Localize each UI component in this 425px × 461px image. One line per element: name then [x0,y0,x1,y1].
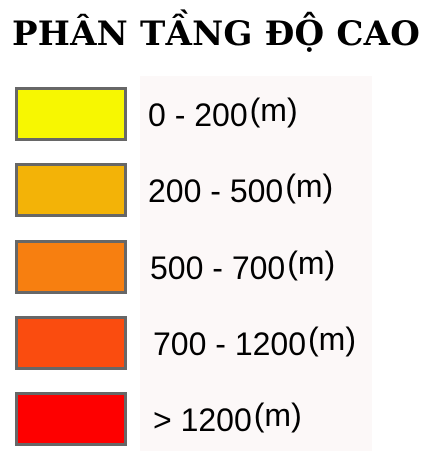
legend-item-500-700: 500 - 700(m) [0,240,425,300]
elevation-legend: PHÂN TẦNG ĐỘ CAO 0 - 200(m) 200 - 500(m)… [0,0,425,461]
color-swatch-over-1200 [15,392,127,446]
color-swatch-500-700 [15,240,127,294]
range-text: 700 - 1200 [153,326,307,362]
unit-text: (m) [249,92,298,128]
legend-item-200-500: 200 - 500(m) [0,163,425,223]
range-text: 200 - 500 [148,173,284,209]
legend-item-over-1200: > 1200(m) [0,392,425,452]
range-text: 0 - 200 [148,97,248,133]
color-swatch-700-1200 [15,316,127,370]
unit-text: (m) [287,245,336,281]
legend-title: PHÂN TẦNG ĐỘ CAO [12,14,421,54]
legend-label: 700 - 1200(m) [153,321,356,366]
legend-label: > 1200(m) [153,397,302,442]
legend-label: 200 - 500(m) [148,168,334,213]
legend-label: 0 - 200(m) [148,92,298,137]
unit-text: (m) [308,321,356,357]
color-swatch-200-500 [15,163,127,217]
range-text: > 1200 [153,402,252,438]
legend-item-700-1200: 700 - 1200(m) [0,316,425,376]
range-text: 500 - 700 [150,250,286,286]
unit-text: (m) [253,397,302,433]
legend-label: 500 - 700(m) [150,245,336,290]
unit-text: (m) [285,168,334,204]
color-swatch-0-200 [15,87,127,141]
legend-item-0-200: 0 - 200(m) [0,87,425,147]
